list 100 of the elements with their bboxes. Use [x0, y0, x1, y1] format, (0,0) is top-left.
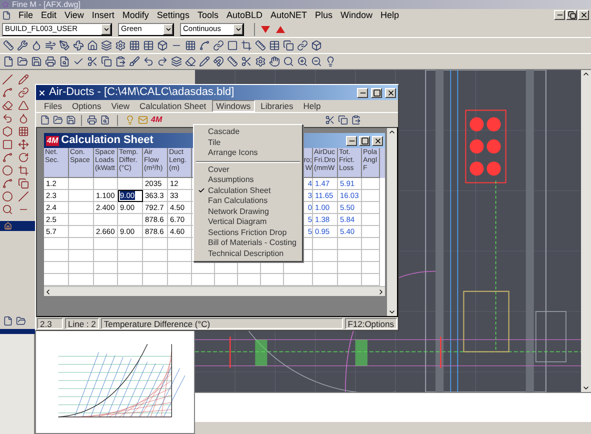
menu-item[interactable]: Files — [40, 100, 66, 112]
redo-icon[interactable] — [157, 56, 168, 67]
document-icon[interactable] — [2, 10, 11, 20]
horizontal-scrollbar[interactable] — [44, 286, 385, 296]
eraser-icon[interactable] — [185, 56, 196, 67]
scroll-left-icon[interactable] — [44, 288, 52, 296]
ruler-icon[interactable] — [3, 40, 14, 51]
paste-icon[interactable] — [351, 115, 361, 125]
menu-item[interactable]: Insert — [88, 10, 118, 20]
menu-item[interactable]: Options — [68, 100, 106, 112]
menu-item[interactable]: Modify — [118, 10, 152, 20]
menu-item[interactable]: AutoNET — [267, 10, 311, 20]
line-icon[interactable] — [2, 74, 13, 85]
magnet-icon[interactable] — [213, 56, 224, 67]
scroll-up-icon[interactable] — [582, 70, 590, 78]
copy-icon[interactable] — [18, 178, 29, 189]
table-icon[interactable] — [143, 40, 154, 51]
copy-icon[interactable] — [283, 40, 294, 51]
folder-icon[interactable] — [16, 316, 26, 326]
crop-icon[interactable] — [18, 165, 29, 176]
close-button[interactable] — [372, 136, 383, 146]
zoom-out-icon[interactable] — [311, 56, 322, 67]
cut-icon[interactable] — [241, 56, 252, 67]
crop-icon[interactable] — [241, 40, 252, 51]
house-icon[interactable] — [87, 40, 98, 51]
save-icon[interactable] — [31, 56, 42, 67]
layers-icon[interactable] — [101, 40, 112, 51]
droplet-icon[interactable] — [31, 40, 42, 51]
curve-icon[interactable] — [2, 87, 13, 98]
zoom-in-icon[interactable] — [297, 56, 308, 67]
menu-item[interactable]: View — [107, 100, 134, 112]
menu-item[interactable]: Cascade — [194, 127, 302, 138]
menu-item[interactable]: Window — [337, 10, 376, 20]
minimize-button[interactable] — [346, 136, 357, 146]
restore-button[interactable] — [566, 10, 577, 20]
toolbar-logo[interactable]: 4M — [151, 116, 162, 124]
menu-item[interactable]: File — [15, 10, 37, 20]
pan-icon[interactable] — [269, 56, 280, 67]
menu-item[interactable]: Sections Friction Drop — [194, 228, 302, 238]
building-icon[interactable] — [4, 222, 12, 230]
menu-item[interactable]: Settings — [153, 10, 193, 20]
polygon-icon[interactable] — [2, 126, 13, 137]
wind-icon[interactable] — [45, 40, 56, 51]
copy-icon[interactable] — [101, 56, 112, 67]
menu-item[interactable]: Plus — [312, 10, 336, 20]
maximize-button[interactable] — [371, 88, 382, 98]
new-file-icon[interactable] — [3, 316, 13, 326]
curve-icon[interactable] — [2, 152, 13, 163]
rotate-icon[interactable] — [18, 152, 29, 163]
window-menu-icon[interactable] — [38, 88, 46, 96]
menu-item[interactable]: Libraries — [256, 100, 298, 112]
print-icon[interactable] — [87, 115, 97, 125]
minimize-button[interactable] — [554, 10, 565, 20]
search-icon[interactable] — [2, 204, 13, 215]
circle-icon[interactable] — [2, 165, 13, 176]
copy-icon[interactable] — [338, 115, 348, 125]
move-icon[interactable] — [18, 139, 29, 150]
lightbulb-icon[interactable] — [325, 56, 336, 67]
minimize-button[interactable] — [357, 88, 368, 98]
box-icon[interactable] — [157, 40, 168, 51]
folder-icon[interactable] — [53, 115, 63, 125]
undo-icon[interactable] — [143, 56, 154, 67]
search-icon[interactable] — [283, 56, 294, 67]
pencil-icon[interactable] — [199, 56, 210, 67]
arrow-up-icon[interactable] — [276, 26, 285, 32]
menu-item[interactable]: View — [61, 10, 88, 20]
menu-item[interactable]: Tile — [194, 138, 302, 148]
scroll-right-icon[interactable] — [377, 288, 385, 296]
folder-icon[interactable] — [17, 56, 28, 67]
new-file-icon[interactable] — [3, 56, 14, 67]
vertical-scrollbar[interactable] — [581, 70, 591, 392]
paste-icon[interactable] — [115, 56, 126, 67]
link-icon[interactable] — [213, 40, 224, 51]
menu-item[interactable]: AutoBLD — [222, 10, 266, 20]
triangle-icon[interactable] — [18, 100, 29, 111]
new-file-icon[interactable] — [40, 115, 50, 125]
menu-item[interactable]: Help — [299, 100, 325, 112]
menu-item[interactable]: Technical Description — [194, 248, 302, 259]
cut-icon[interactable] — [325, 115, 335, 125]
arrow-down-icon[interactable] — [261, 26, 270, 32]
menu-item[interactable]: Tools — [194, 10, 222, 20]
square-icon[interactable] — [227, 40, 238, 51]
preview-icon[interactable] — [100, 115, 110, 125]
brush-icon[interactable] — [129, 56, 140, 67]
vertical-scrollbar[interactable] — [387, 128, 397, 316]
close-button[interactable] — [578, 10, 589, 20]
preview-icon[interactable] — [59, 56, 70, 67]
cut-icon[interactable] — [87, 56, 98, 67]
eraser-icon[interactable] — [2, 100, 13, 111]
menu-item[interactable]: Help — [377, 10, 403, 20]
pen-icon[interactable] — [59, 40, 70, 51]
settings-icon[interactable] — [115, 40, 126, 51]
maximize-button[interactable] — [359, 136, 370, 146]
droplet-icon[interactable] — [18, 113, 29, 124]
menu-item[interactable]: Edit — [38, 10, 60, 20]
link-icon[interactable] — [297, 40, 308, 51]
scroll-up-icon[interactable] — [388, 128, 396, 136]
ruler-icon[interactable] — [255, 40, 266, 51]
rectangle-icon[interactable] — [2, 139, 13, 150]
layers-icon[interactable] — [171, 56, 182, 67]
